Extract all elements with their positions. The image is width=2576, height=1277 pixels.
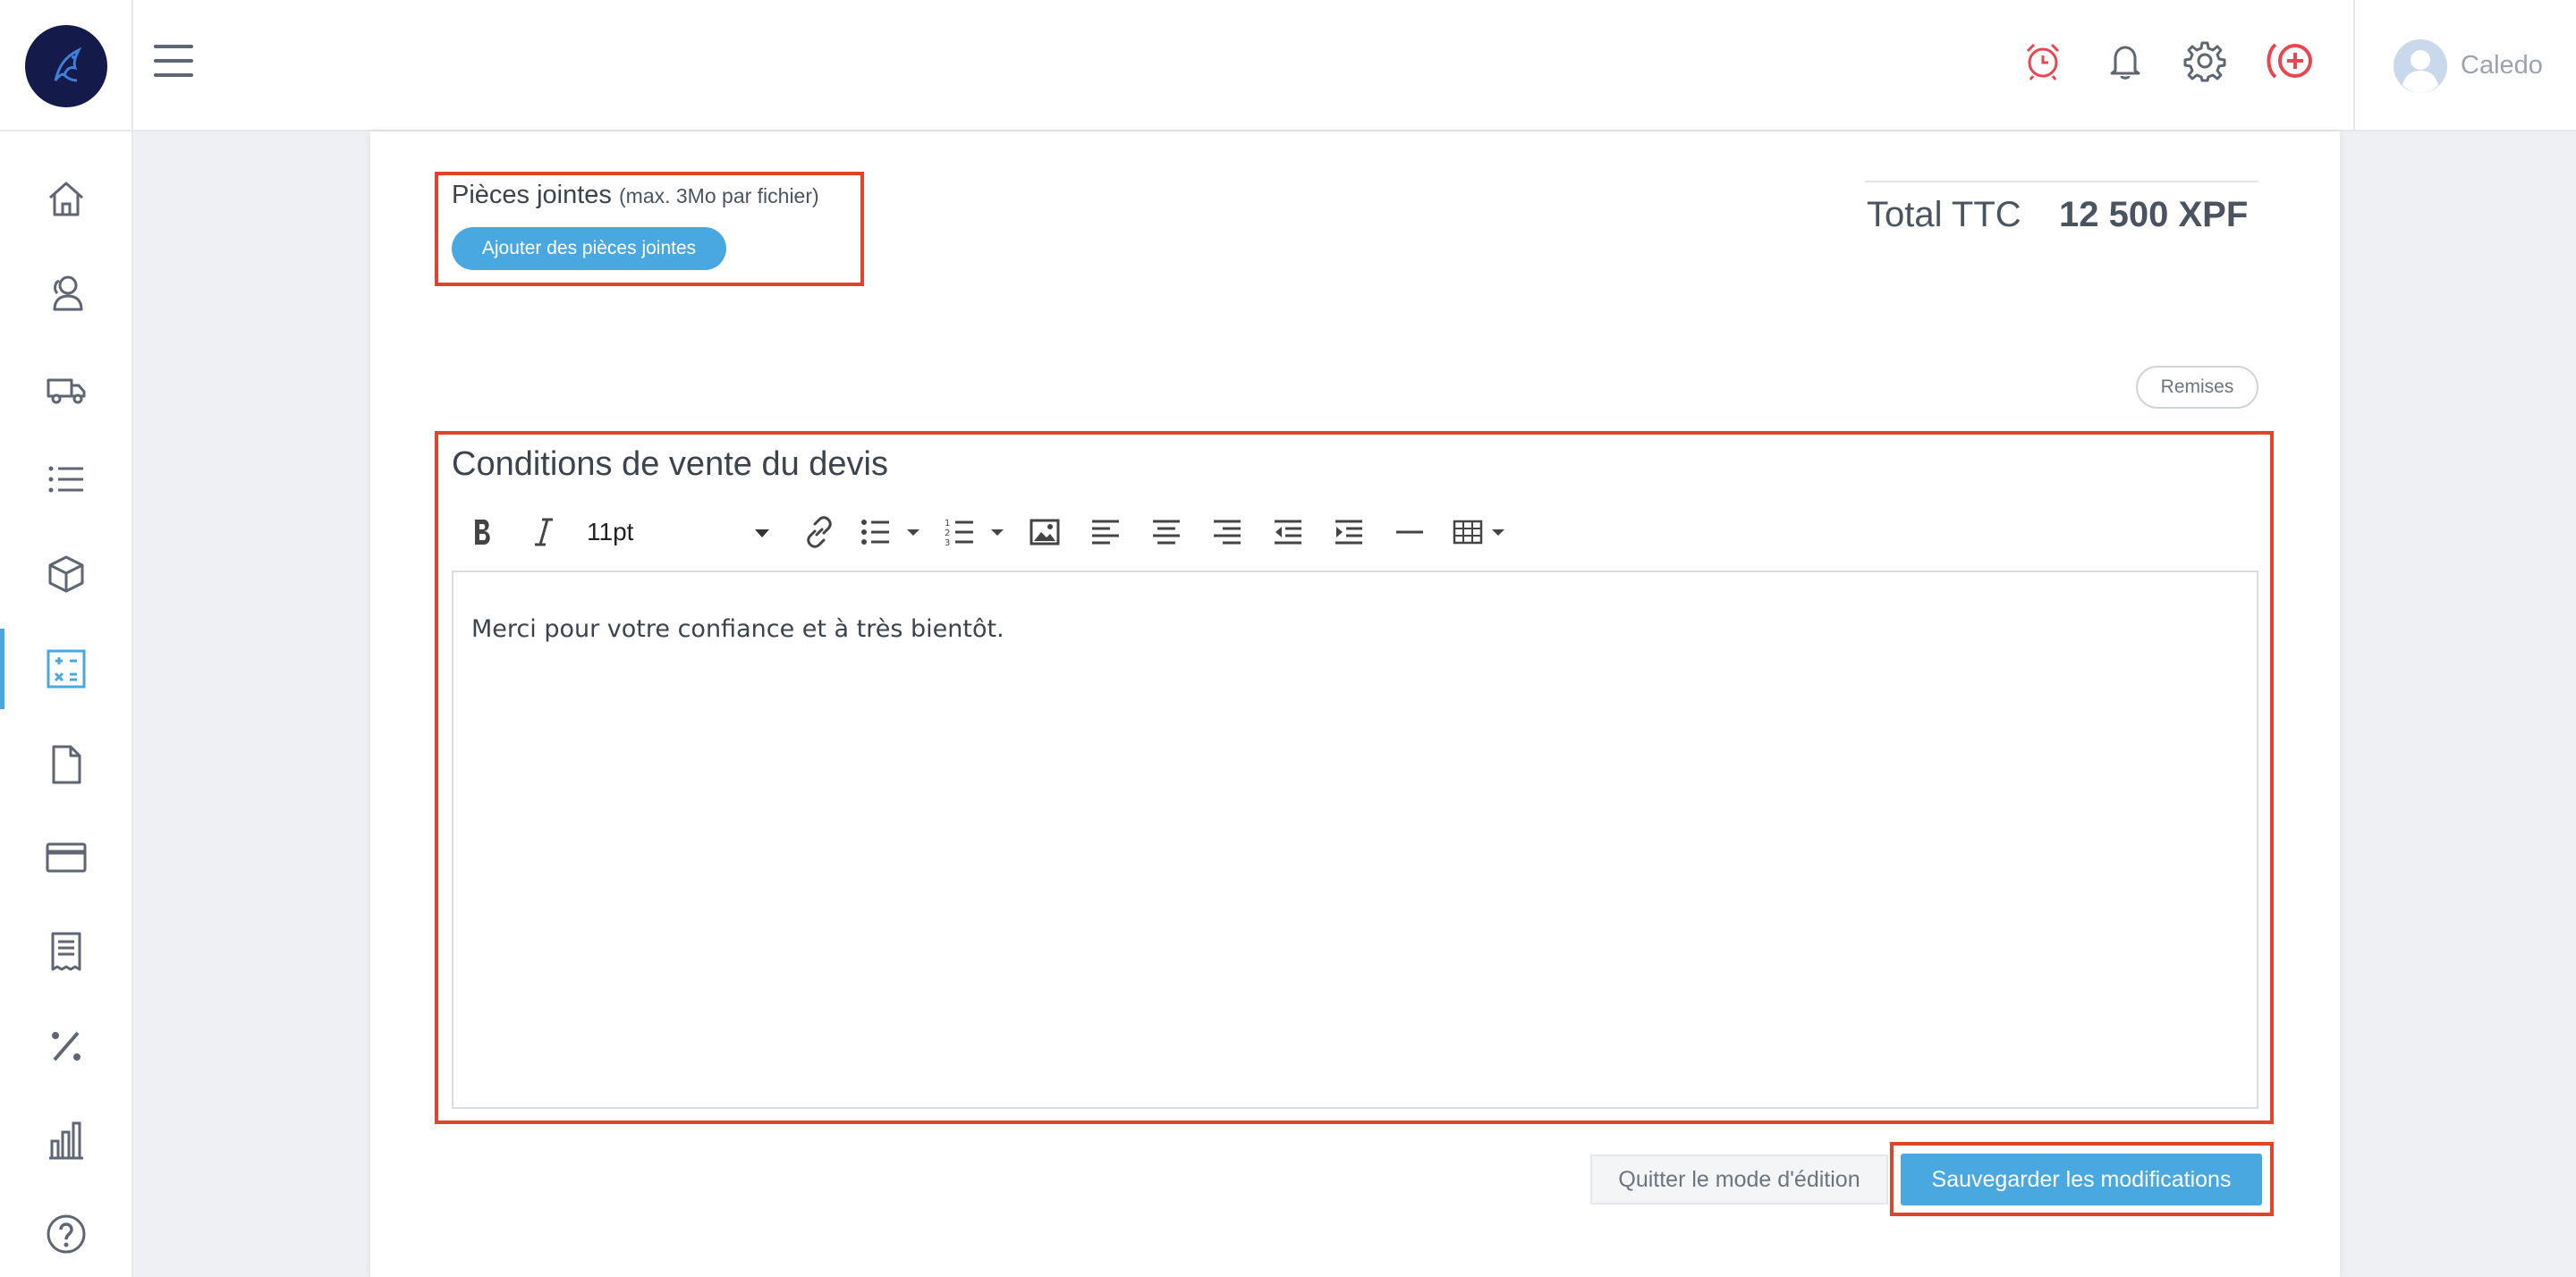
sidebar-item-documents[interactable] — [0, 729, 131, 800]
brand-logo[interactable] — [24, 24, 107, 107]
bold-button[interactable] — [465, 506, 501, 558]
list-icon — [48, 466, 83, 493]
bold-icon — [475, 520, 490, 545]
sidebar-item-help[interactable] — [0, 1198, 131, 1270]
sidebar-item-receipts[interactable] — [0, 916, 131, 987]
attachments-title: Pièces jointes (max. 3Mo par fichier) — [452, 181, 819, 210]
align-right-button[interactable] — [1209, 506, 1245, 558]
font-size-value: 11pt — [587, 518, 634, 545]
contacts-icon — [53, 275, 82, 311]
logo-cell — [0, 0, 133, 131]
sidebar-item-delivery[interactable] — [0, 352, 131, 424]
align-left-button[interactable] — [1088, 506, 1123, 558]
numbered-list-icon: 1 2 3 — [945, 519, 1004, 548]
align-center-icon — [1153, 520, 1180, 545]
svg-text:2: 2 — [945, 529, 950, 538]
italic-icon — [535, 518, 553, 546]
truck-icon — [47, 378, 85, 404]
menu-toggle-icon[interactable] — [154, 43, 193, 79]
sidebar-item-list[interactable] — [0, 444, 131, 515]
gear-icon[interactable] — [2180, 36, 2230, 86]
chevron-down-icon — [755, 529, 769, 537]
horizontal-rule-button[interactable] — [1392, 506, 1428, 558]
receipt-icon — [51, 932, 80, 971]
indent-button[interactable] — [1331, 506, 1367, 558]
total-divider — [1865, 181, 2258, 182]
align-center-button[interactable] — [1148, 506, 1184, 558]
link-button[interactable] — [800, 506, 839, 558]
avatar — [2394, 38, 2447, 93]
conditions-title: Conditions de vente du devis — [452, 445, 888, 483]
sidebar-item-quotes[interactable] — [0, 629, 131, 709]
conditions-editor[interactable]: Merci pour votre confiance et à très bie… — [452, 571, 2258, 1109]
bar-chart-icon — [48, 1121, 83, 1160]
numbered-list-button[interactable]: 1 2 3 — [943, 506, 1007, 558]
table-button[interactable] — [1453, 506, 1508, 558]
calculator-icon — [47, 649, 85, 689]
link-icon — [807, 516, 832, 548]
save-changes-button[interactable]: Sauvegarder les modifications — [1901, 1154, 2262, 1205]
svg-text:3: 3 — [945, 538, 950, 548]
outdent-button[interactable] — [1270, 506, 1306, 558]
horizontal-rule-icon — [1396, 530, 1423, 534]
sidebar-item-discounts[interactable] — [0, 1011, 131, 1082]
image-icon — [1030, 519, 1060, 545]
user-menu[interactable]: Caledo — [2353, 0, 2576, 131]
add-circle-icon[interactable] — [2263, 36, 2320, 86]
top-bar: Caledo — [0, 0, 2576, 131]
percent-icon — [51, 1031, 80, 1061]
sidebar-item-home[interactable] — [0, 163, 131, 234]
editor-content: Merci pour votre confiance et à très bie… — [471, 615, 1004, 643]
total-value: 12 500 XPF — [2059, 195, 2249, 234]
bullet-list-button[interactable] — [859, 506, 923, 558]
user-name: Caledo — [2461, 51, 2543, 80]
attachments-label: Pièces jointes — [452, 181, 612, 209]
total-label: Total TTC — [1867, 195, 2021, 234]
bell-icon[interactable] — [2100, 36, 2150, 86]
home-icon — [48, 182, 83, 216]
credit-card-icon — [46, 842, 86, 873]
add-attachments-button[interactable]: Ajouter des pièces jointes — [452, 227, 726, 270]
align-right-icon — [1214, 520, 1241, 545]
outdent-icon — [1275, 520, 1301, 545]
sidebar-item-statistics[interactable] — [0, 1104, 131, 1176]
quit-edit-mode-button[interactable]: Quitter le mode d'édition — [1590, 1154, 1888, 1205]
alarm-clock-icon[interactable] — [2018, 36, 2068, 86]
document-icon — [52, 745, 80, 784]
align-left-icon — [1092, 520, 1119, 545]
italic-button[interactable] — [526, 506, 562, 558]
bullet-list-icon — [861, 520, 919, 545]
sidebar-item-payments[interactable] — [0, 822, 131, 893]
indent-icon — [1335, 520, 1362, 545]
help-icon — [47, 1214, 85, 1254]
font-size-select[interactable]: 11pt — [587, 508, 775, 556]
sidebar-item-contacts[interactable] — [0, 257, 131, 328]
svg-text:1: 1 — [945, 519, 950, 529]
table-icon — [1453, 520, 1504, 545]
box-icon — [48, 555, 83, 593]
insert-image-button[interactable] — [1027, 506, 1063, 558]
sidebar-item-products[interactable] — [0, 538, 131, 610]
sidebar — [0, 131, 133, 1277]
discounts-button[interactable]: Remises — [2136, 366, 2258, 409]
attachments-size-note: (max. 3Mo par fichier) — [619, 184, 819, 207]
